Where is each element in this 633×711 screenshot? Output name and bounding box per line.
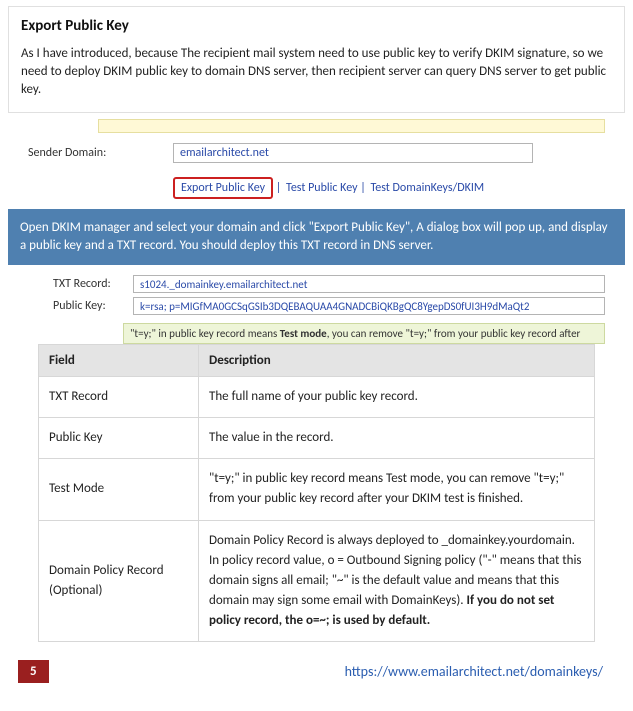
intro-box: Export Public Key As I have introduced, … [8, 6, 625, 113]
footer-url-link[interactable]: https://www.emailarchitect.net/domainkey… [345, 663, 603, 680]
field-table: Field Description TXT Record The full na… [38, 344, 595, 642]
cell-desc: "t=y;" in public key record means Test m… [199, 459, 595, 520]
link-separator: | [276, 181, 284, 195]
txt-record-label: TXT Record: [53, 277, 133, 291]
txt-record-row: TXT Record: s1024._domainkey.emailarchit… [53, 275, 605, 293]
cell-desc: The full name of your public key record. [199, 376, 595, 417]
th-field: Field [39, 344, 199, 376]
public-key-input[interactable]: k=rsa; p=MIGfMA0GCSqGSIb3DQEBAQUAA4GNADC… [133, 297, 605, 315]
export-public-key-link[interactable]: Export Public Key [173, 177, 273, 199]
page-number-badge: 5 [18, 660, 49, 683]
public-key-row: Public Key: k=rsa; p=MIGfMA0GCSqGSIb3DQE… [53, 297, 605, 315]
sender-domain-input[interactable]: emailarchitect.net [173, 143, 533, 163]
test-public-key-link[interactable]: Test Public Key [286, 181, 358, 195]
field-table-wrap: Field Description TXT Record The full na… [38, 344, 595, 642]
txt-record-input[interactable]: s1024._domainkey.emailarchitect.net [133, 275, 605, 293]
page-footer: 5 https://www.emailarchitect.net/domaink… [8, 660, 625, 691]
test-domainkeys-link[interactable]: Test DomainKeys/DKIM [371, 181, 485, 195]
hint-suffix: , you can remove "t=y;" from your public… [327, 327, 581, 340]
banner-bar [98, 119, 605, 133]
table-row: Public Key The value in the record. [39, 418, 595, 459]
sender-domain-label: Sender Domain: [28, 146, 173, 160]
sender-domain-row: Sender Domain: emailarchitect.net [28, 143, 605, 163]
hint-bold: Test mode [280, 327, 327, 340]
intro-text: As I have introduced, because The recipi… [21, 45, 612, 100]
table-row: Domain Policy Record (Optional) Domain P… [39, 520, 595, 642]
instruction-note: Open DKIM manager and select your domain… [8, 209, 625, 265]
link-separator: | [360, 181, 368, 195]
cell-field: Test Mode [39, 459, 199, 520]
table-row: Test Mode "t=y;" in public key record me… [39, 459, 595, 520]
cell-field: Public Key [39, 418, 199, 459]
table-row: TXT Record The full name of your public … [39, 376, 595, 417]
cell-field: Domain Policy Record (Optional) [39, 520, 199, 642]
hint-bar: "t=y;" in public key record means Test m… [123, 323, 605, 344]
public-key-label: Public Key: [53, 299, 133, 313]
app-screenshot-1: Sender Domain: emailarchitect.net Export… [28, 119, 605, 199]
hint-prefix: "t=y;" in public key record means [130, 327, 280, 340]
section-heading: Export Public Key [21, 17, 612, 35]
cell-desc: Domain Policy Record is always deployed … [199, 520, 595, 642]
link-row: Export Public Key | Test Public Key | Te… [173, 177, 605, 199]
app-screenshot-2: TXT Record: s1024._domainkey.emailarchit… [53, 275, 605, 344]
th-desc: Description [199, 344, 595, 376]
cell-desc: The value in the record. [199, 418, 595, 459]
cell-field: TXT Record [39, 376, 199, 417]
